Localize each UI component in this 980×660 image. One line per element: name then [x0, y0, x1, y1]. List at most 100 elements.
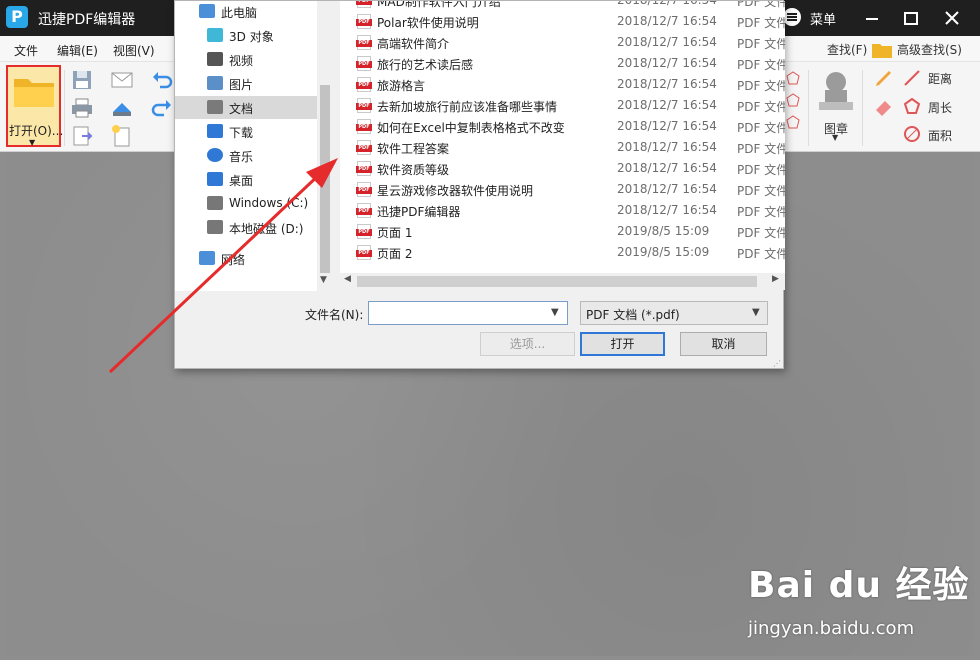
advanced-find-icon	[872, 44, 892, 58]
pdf-file-icon: PDF	[356, 140, 372, 155]
redo-icon[interactable]	[150, 96, 174, 120]
watermark-url: jingyan.baidu.com	[748, 618, 915, 639]
baidu-watermark: Bai du 经验 jingyan.baidu.com	[748, 556, 980, 660]
open-file-label: 打开(O)...	[9, 124, 64, 138]
annotation-arrow	[108, 158, 338, 374]
file-name: MAD制作软件入门介绍	[377, 1, 501, 9]
hamburger-menu-icon	[783, 8, 801, 26]
nav-item[interactable]: 此电脑	[175, 0, 317, 23]
file-type: PDF 文件	[737, 163, 785, 177]
menu-edit[interactable]: 编辑(E)	[57, 42, 98, 59]
pencil-icon[interactable]	[872, 66, 896, 90]
nav-item[interactable]: 图片	[175, 72, 317, 95]
file-row[interactable]: PDF 软件工程答案 2018/12/7 16:54 PDF 文件	[340, 137, 785, 158]
computer-icon	[199, 4, 215, 18]
file-date: 2018/12/7 16:54	[617, 56, 717, 70]
new-document-icon[interactable]	[110, 124, 134, 148]
video-icon	[207, 52, 223, 66]
file-date: 2018/12/7 16:54	[617, 161, 717, 175]
nav-item-label: 图片	[229, 78, 254, 92]
file-type-select[interactable]: PDF 文档 (*.pdf) ▼	[580, 301, 768, 325]
file-row[interactable]: PDF 如何在Excel中复制表格格式不改变 2018/12/7 16:54 PDF …	[340, 116, 785, 137]
file-row[interactable]: PDF 高端软件简介 2018/12/7 16:54 PDF 文件	[340, 32, 785, 53]
pdf-file-icon: PDF	[356, 182, 372, 197]
file-row[interactable]: PDF 去新加坡旅行前应该准备哪些事情 2018/12/7 16:54 PDF 文件	[340, 95, 785, 116]
file-type: PDF 文件	[737, 226, 785, 240]
file-date: 2018/12/7 16:54	[617, 182, 717, 196]
file-date: 2018/12/7 16:54	[617, 77, 717, 91]
hscroll-thumb[interactable]	[357, 276, 757, 287]
file-name: 页面 1	[377, 226, 413, 240]
file-row[interactable]: PDF MAD制作软件入门介绍 2018/12/7 16:54 PDF 文件	[340, 1, 785, 11]
menu-file[interactable]: 文件	[14, 42, 38, 59]
file-row[interactable]: PDF 旅行的艺术读后感 2018/12/7 16:54 PDF 文件	[340, 53, 785, 74]
file-date: 2018/12/7 16:54	[617, 98, 717, 112]
advanced-find-button[interactable]: 高级查找(S)	[897, 41, 962, 58]
pdf-file-icon: PDF	[356, 14, 372, 29]
pdf-file-icon: PDF	[356, 35, 372, 50]
documents-icon	[207, 100, 223, 114]
open-button[interactable]: 打开	[580, 332, 665, 356]
pdf-file-icon: PDF	[356, 56, 372, 71]
file-row[interactable]: PDF 页面 1 2019/8/5 15:09 PDF 文件	[340, 221, 785, 242]
email-icon[interactable]	[110, 68, 134, 92]
file-name: 星云游戏修改器软件使用说明	[377, 184, 534, 198]
ribbon-divider	[64, 70, 65, 146]
export-icon[interactable]	[70, 124, 94, 148]
ribbon-divider	[862, 70, 863, 146]
distance-button[interactable]: 距离	[928, 70, 952, 87]
file-row[interactable]: PDF 迅捷PDF编辑器 2018/12/7 16:54 PDF 文件	[340, 200, 785, 221]
undo-icon[interactable]	[150, 68, 174, 92]
shape-tools-icon[interactable]	[783, 68, 803, 138]
minimize-button[interactable]	[858, 4, 888, 32]
file-row[interactable]: PDF 旅游格言 2018/12/7 16:54 PDF 文件	[340, 74, 785, 95]
nav-item-label: 下载	[229, 126, 254, 140]
file-type: PDF 文件	[737, 1, 785, 9]
pdf-file-icon: PDF	[356, 224, 372, 239]
area-button[interactable]: 面积	[928, 127, 952, 144]
close-button[interactable]	[938, 4, 968, 32]
resize-grip-icon[interactable]: ⋰	[773, 359, 781, 368]
save-icon[interactable]	[70, 68, 94, 92]
file-row[interactable]: PDF 页面 2 2019/8/5 15:09 PDF 文件	[340, 242, 785, 263]
app-title: 迅捷PDF编辑器	[38, 12, 136, 28]
ribbon-divider	[808, 70, 809, 146]
close-icon	[945, 11, 959, 25]
nav-item[interactable]: 3D 对象	[175, 24, 317, 47]
nav-item[interactable]: 文档	[175, 96, 317, 119]
file-row[interactable]: PDF 星云游戏修改器软件使用说明 2018/12/7 16:54 PDF 文件	[340, 179, 785, 200]
eraser-icon[interactable]	[872, 94, 896, 118]
nav-item-label: 3D 对象	[229, 30, 274, 44]
file-list-hscrollbar[interactable]: ◀ ▶	[340, 273, 785, 290]
file-date: 2018/12/7 16:54	[617, 1, 717, 7]
file-date: 2018/12/7 16:54	[617, 14, 717, 28]
scroll-right-icon[interactable]: ▶	[772, 274, 779, 284]
file-type: PDF 文件	[737, 37, 785, 51]
options-button[interactable]: 选项...	[480, 332, 575, 356]
menu-view[interactable]: 视图(V)	[113, 42, 155, 59]
nav-item-label: 视频	[229, 54, 254, 68]
file-date: 2018/12/7 16:54	[617, 119, 717, 133]
file-name-dropdown-icon[interactable]: ▼	[551, 307, 559, 318]
file-name: 去新加坡旅行前应该准备哪些事情	[377, 100, 558, 114]
maximize-button[interactable]	[897, 4, 927, 32]
file-type: PDF 文件	[737, 16, 785, 30]
file-name-input[interactable]	[368, 301, 568, 325]
nav-item[interactable]: 视频	[175, 48, 317, 71]
stamp-icon[interactable]	[815, 68, 857, 114]
open-file-button[interactable]: 打开(O)... ▼	[6, 65, 64, 147]
perimeter-button[interactable]: 周长	[928, 99, 952, 116]
print-icon[interactable]	[70, 96, 94, 120]
nav-item[interactable]: 下载	[175, 120, 317, 143]
chevron-down-icon: ▼	[752, 307, 760, 318]
cancel-button[interactable]: 取消	[680, 332, 767, 356]
scanner-icon[interactable]	[110, 96, 134, 120]
find-button[interactable]: 查找(F)	[827, 41, 867, 58]
pdf-file-icon: PDF	[356, 1, 372, 8]
pdf-file-icon: PDF	[356, 119, 372, 134]
stamp-dropdown-icon[interactable]: ▼	[832, 133, 838, 142]
file-name: 旅行的艺术读后感	[377, 58, 474, 72]
file-row[interactable]: PDF Polar软件使用说明 2018/12/7 16:54 PDF 文件	[340, 11, 785, 32]
file-date: 2018/12/7 16:54	[617, 140, 717, 154]
file-row[interactable]: PDF 软件资质等级 2018/12/7 16:54 PDF 文件	[340, 158, 785, 179]
